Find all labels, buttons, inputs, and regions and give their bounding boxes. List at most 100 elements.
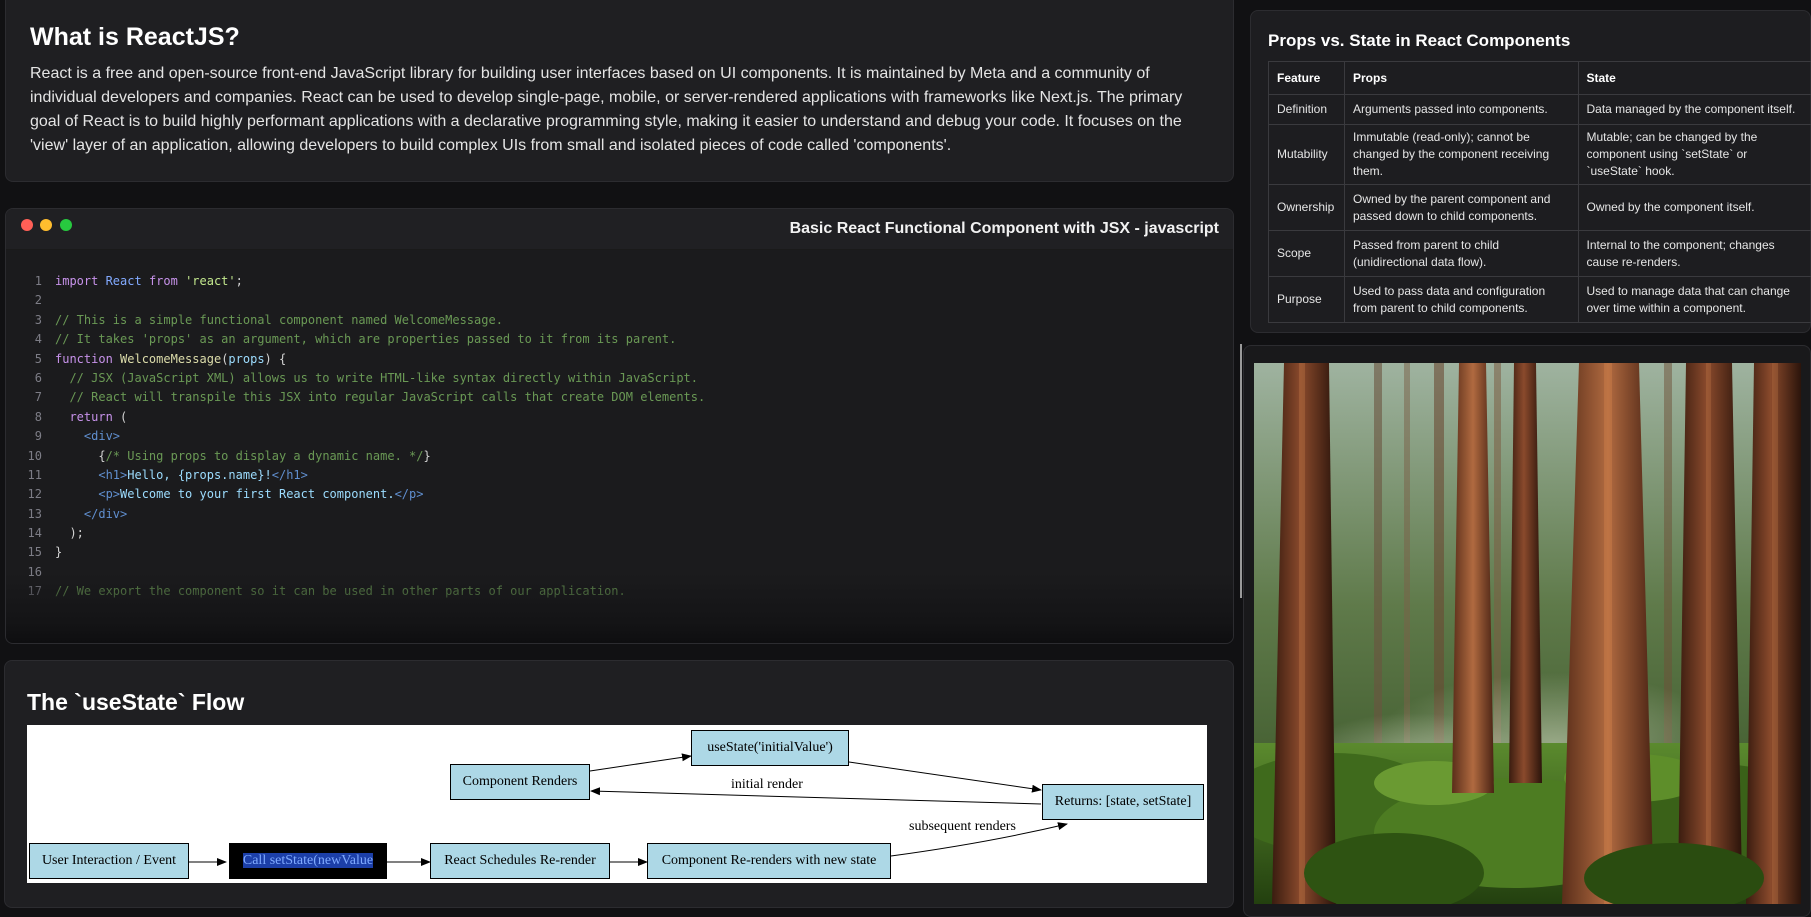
line-number: 15 [27, 545, 42, 560]
node-call-setstate-label: Call setState(newValue [242, 853, 374, 868]
node-rerenders-new-state[interactable]: Component Re-renders with new state [647, 843, 891, 879]
code-token: ); [55, 526, 84, 541]
header-feature: Feature [1268, 61, 1345, 95]
table-cell: Used to pass data and configuration from… [1343, 276, 1579, 323]
code-fade-overlay [6, 573, 1233, 643]
code-line: 7 // React will transpile this JSX into … [6, 388, 1233, 407]
code-line: 8 return ( [6, 408, 1233, 427]
code-token: </p> [394, 487, 424, 502]
forest-image [1254, 363, 1801, 904]
code-token: // JSX (JavaScript XML) allows us to wri… [55, 370, 698, 385]
code-token: ( [120, 409, 128, 424]
node-returns[interactable]: Returns: [state, setState] [1042, 784, 1204, 820]
edge-label-subsequent-renders: subsequent renders [909, 819, 1016, 834]
code-line: 1 import React from 'react'; [6, 272, 1233, 291]
table-cell: Internal to the component; changes cause… [1577, 230, 1811, 277]
line-number: 3 [34, 312, 42, 327]
node-returns-label: Returns: [state, setState] [1054, 794, 1192, 809]
table-cell: Arguments passed into components. [1343, 94, 1579, 125]
node-call-setstate[interactable]: Call setState(newValue [229, 843, 387, 879]
code-line: 12 <p>Welcome to your first React compon… [6, 485, 1233, 504]
code-token: import [55, 274, 106, 288]
code-token: </div> [55, 506, 128, 521]
table-cell: Owned by the parent component and passed… [1343, 184, 1579, 231]
code-token: } [423, 448, 431, 463]
code-line: 10 {/* Using props to display a dynamic … [6, 447, 1233, 466]
header-props: Props [1343, 61, 1579, 95]
node-user-event-label: User Interaction / Event [41, 853, 177, 868]
code-token: <h1> [55, 467, 128, 482]
table-cell: Mutability [1268, 124, 1345, 185]
minimize-window-dot-icon[interactable] [40, 219, 52, 231]
table-cell: Ownership [1268, 184, 1345, 231]
props-state-card: Props vs. State in React Components Feat… [1250, 10, 1811, 333]
code-token: from [148, 274, 186, 288]
table-cell: Used to manage data that can change over… [1577, 276, 1811, 323]
code-line: 6 // JSX (JavaScript XML) allows us to w… [6, 369, 1233, 388]
intro-card: What is ReactJS? React is a free and ope… [5, 0, 1234, 182]
code-token: props [228, 351, 265, 366]
edge-usestate-to-returns [848, 761, 1042, 793]
code-token: // React will transpile this JSX into re… [55, 390, 706, 405]
code-token: return [55, 409, 121, 424]
table-row: Purpose Used to pass data and configurat… [1268, 276, 1811, 323]
code-line: 15} [6, 543, 1233, 562]
table-row: Ownership Owned by the parent component … [1268, 184, 1811, 231]
code-line: 11 <h1>Hello, {props.name}!</h1> [6, 466, 1233, 485]
header-state: State [1577, 61, 1811, 95]
code-line: 9 <div> [6, 427, 1233, 446]
code-token: function [55, 351, 121, 366]
edge-label-initial-render: initial render [731, 777, 803, 792]
code-token: 'react' [185, 274, 236, 288]
code-body: 1 import React from 'react'; 2 3 // This is … [6, 250, 1233, 602]
line-number: 10 [27, 448, 42, 463]
table-cell: Mutable; can be changed by the component… [1577, 124, 1811, 185]
code-token: ; [235, 274, 243, 288]
table-cell: Definition [1268, 94, 1345, 125]
line-number: 9 [34, 429, 42, 444]
edge-renders-to-usestate [589, 753, 692, 772]
node-use-state[interactable]: useState('initialValue') [691, 730, 849, 766]
edge-returns-to-renders [590, 787, 1042, 805]
node-user-event[interactable]: User Interaction / Event [29, 843, 189, 879]
close-window-dot-icon[interactable] [21, 219, 33, 231]
line-number: 4 [34, 332, 42, 347]
code-token: // It takes 'props' as an argument, whic… [55, 332, 677, 347]
intro-body: React is a free and open-source front-en… [30, 65, 1183, 154]
line-number: 6 [34, 370, 42, 385]
code-token: /* Using props to display a dynamic name… [105, 448, 424, 463]
table-cell: Passed from parent to child (unidirectio… [1343, 230, 1579, 277]
props-state-table: Feature Props State Definition Arguments… [1268, 61, 1811, 323]
line-number: 1 [34, 274, 42, 288]
node-schedules-rerender-label: React Schedules Re-render [444, 853, 596, 868]
panel-divider [1240, 344, 1242, 598]
flow-title: The `useState` Flow [27, 689, 245, 715]
maximize-window-dot-icon[interactable] [60, 219, 72, 231]
intro-title: What is ReactJS? [30, 23, 240, 51]
code-line: 14 ); [6, 524, 1233, 543]
code-token: { [55, 448, 106, 463]
table-row: Scope Passed from parent to child (unidi… [1268, 230, 1811, 277]
line-number: 13 [27, 506, 42, 521]
flow-card: The `useState` Flow User Interaction / E… [4, 660, 1234, 908]
table-cell: Owned by the component itself. [1577, 184, 1811, 231]
code-title: Basic React Functional Component with JS… [789, 220, 1219, 237]
line-number: 7 [34, 390, 42, 405]
code-token: Welcome to your first React component. [120, 487, 395, 502]
code-token: ) { [264, 351, 287, 366]
flow-edges [189, 753, 1068, 866]
node-component-renders[interactable]: Component Renders [450, 764, 590, 800]
code-token: <div> [55, 429, 121, 444]
line-number: 12 [27, 487, 42, 502]
table-cell: Purpose [1268, 276, 1345, 323]
table-cell: Data managed by the component itself. [1577, 94, 1811, 125]
table-row: Mutability Immutable (read-only); cannot… [1268, 124, 1811, 185]
table-row: Definition Arguments passed into compone… [1268, 94, 1811, 125]
code-card: Basic React Functional Component with JS… [5, 208, 1234, 644]
image-card [1243, 345, 1811, 917]
node-schedules-rerender[interactable]: React Schedules Re-render [430, 843, 610, 879]
code-line: 13 </div> [6, 505, 1233, 524]
line-number: 8 [34, 409, 42, 424]
code-header: Basic React Functional Component with JS… [6, 209, 1233, 250]
code-token: </h1> [271, 467, 308, 482]
